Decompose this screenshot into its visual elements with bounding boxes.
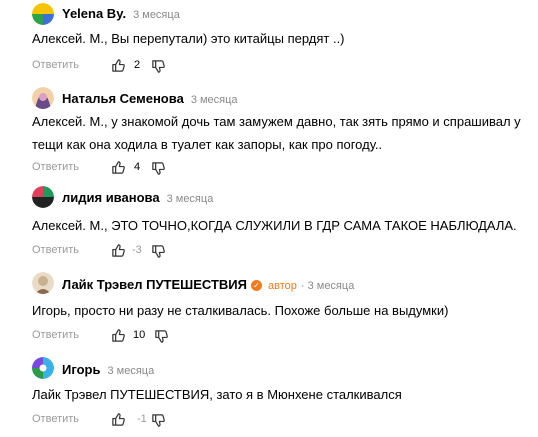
thumb-up-icon[interactable]	[111, 328, 126, 343]
reply-button[interactable]: Ответить	[32, 59, 79, 71]
author-name[interactable]: Игорь	[62, 362, 100, 377]
avatar[interactable]	[32, 357, 54, 379]
thumb-down-icon[interactable]	[151, 244, 166, 259]
thumb-down-icon[interactable]	[154, 329, 169, 344]
reply-button[interactable]: Ответить	[32, 244, 79, 256]
avatar[interactable]	[32, 272, 54, 294]
reply-button[interactable]: Ответить	[32, 161, 79, 173]
like-count: 10	[133, 329, 146, 341]
like-count: 2	[134, 59, 141, 71]
avatar[interactable]	[32, 87, 54, 109]
comment-author[interactable]: лидия иванова 3 месяца	[62, 190, 213, 205]
like-count: 4	[134, 161, 141, 173]
comment-author[interactable]: Лайк Трэвел ПУТЕШЕСТВИЯ ✓ автор · 3 месяца	[62, 277, 354, 292]
thumb-up-icon[interactable]	[111, 243, 126, 258]
thumb-up-icon[interactable]	[111, 58, 126, 73]
comment-time: 3 месяца	[190, 94, 238, 106]
avatar-image	[32, 357, 54, 379]
author-name[interactable]: Лайк Трэвел ПУТЕШЕСТВИЯ	[62, 277, 247, 292]
comment-text: Лайк Трэвел ПУТЕШЕСТВИЯ, зато я в Мюнхен…	[32, 387, 402, 402]
thumb-down-icon[interactable]	[151, 413, 166, 428]
author-badge: автор	[267, 280, 297, 292]
comment-author[interactable]: Наталья Семенова 3 месяца	[62, 91, 238, 106]
comment-time-value: 3 месяца	[307, 280, 355, 292]
comment-text: Игорь, просто ни разу не сталкивалась. П…	[32, 303, 449, 318]
comment-text: Алексей. М., ЭТО ТОЧНО,КОГДА СЛУЖИЛИ В Г…	[32, 218, 517, 233]
thumb-up-icon[interactable]	[111, 412, 126, 427]
thumb-down-icon[interactable]	[151, 59, 166, 74]
like-count: -3	[132, 244, 142, 256]
avatar[interactable]	[32, 186, 54, 208]
comment-actions: Ответить 10	[32, 329, 232, 345]
comment-actions: Ответить -3	[32, 244, 232, 260]
avatar-image	[32, 3, 54, 25]
avatar-image	[32, 87, 54, 109]
comment-time: 3 месяца	[107, 365, 155, 377]
comment-actions: Ответить 2	[32, 59, 232, 75]
verified-check-icon: ✓	[250, 280, 262, 291]
comment-text: Алексей. М., у знакомой дочь там замужем…	[32, 114, 521, 152]
comment-time: 3 месяца	[133, 9, 180, 21]
avatar-image	[32, 272, 54, 294]
author-name[interactable]: Yelena By.	[62, 6, 126, 21]
comment-time: · 3 месяца	[300, 280, 355, 292]
reply-button[interactable]: Ответить	[32, 329, 79, 341]
comment-actions: Ответить -1	[32, 413, 232, 429]
comment-text: Алексей. М., Вы перепутали) это китайцы …	[32, 31, 345, 46]
thumb-down-icon[interactable]	[151, 161, 166, 176]
comment-author[interactable]: Yelena By. 3 месяца	[62, 6, 180, 21]
reply-button[interactable]: Ответить	[32, 413, 79, 425]
comment-author[interactable]: Игорь 3 месяца	[62, 362, 154, 377]
author-name[interactable]: лидия иванова	[62, 190, 160, 205]
avatar[interactable]	[32, 3, 54, 25]
avatar-image	[32, 186, 54, 208]
like-count: -1	[137, 413, 147, 425]
author-name[interactable]: Наталья Семенова	[62, 91, 184, 106]
comment-time: 3 месяца	[166, 193, 214, 205]
thumb-up-icon[interactable]	[111, 160, 126, 175]
comment-actions: Ответить 4	[32, 161, 232, 177]
